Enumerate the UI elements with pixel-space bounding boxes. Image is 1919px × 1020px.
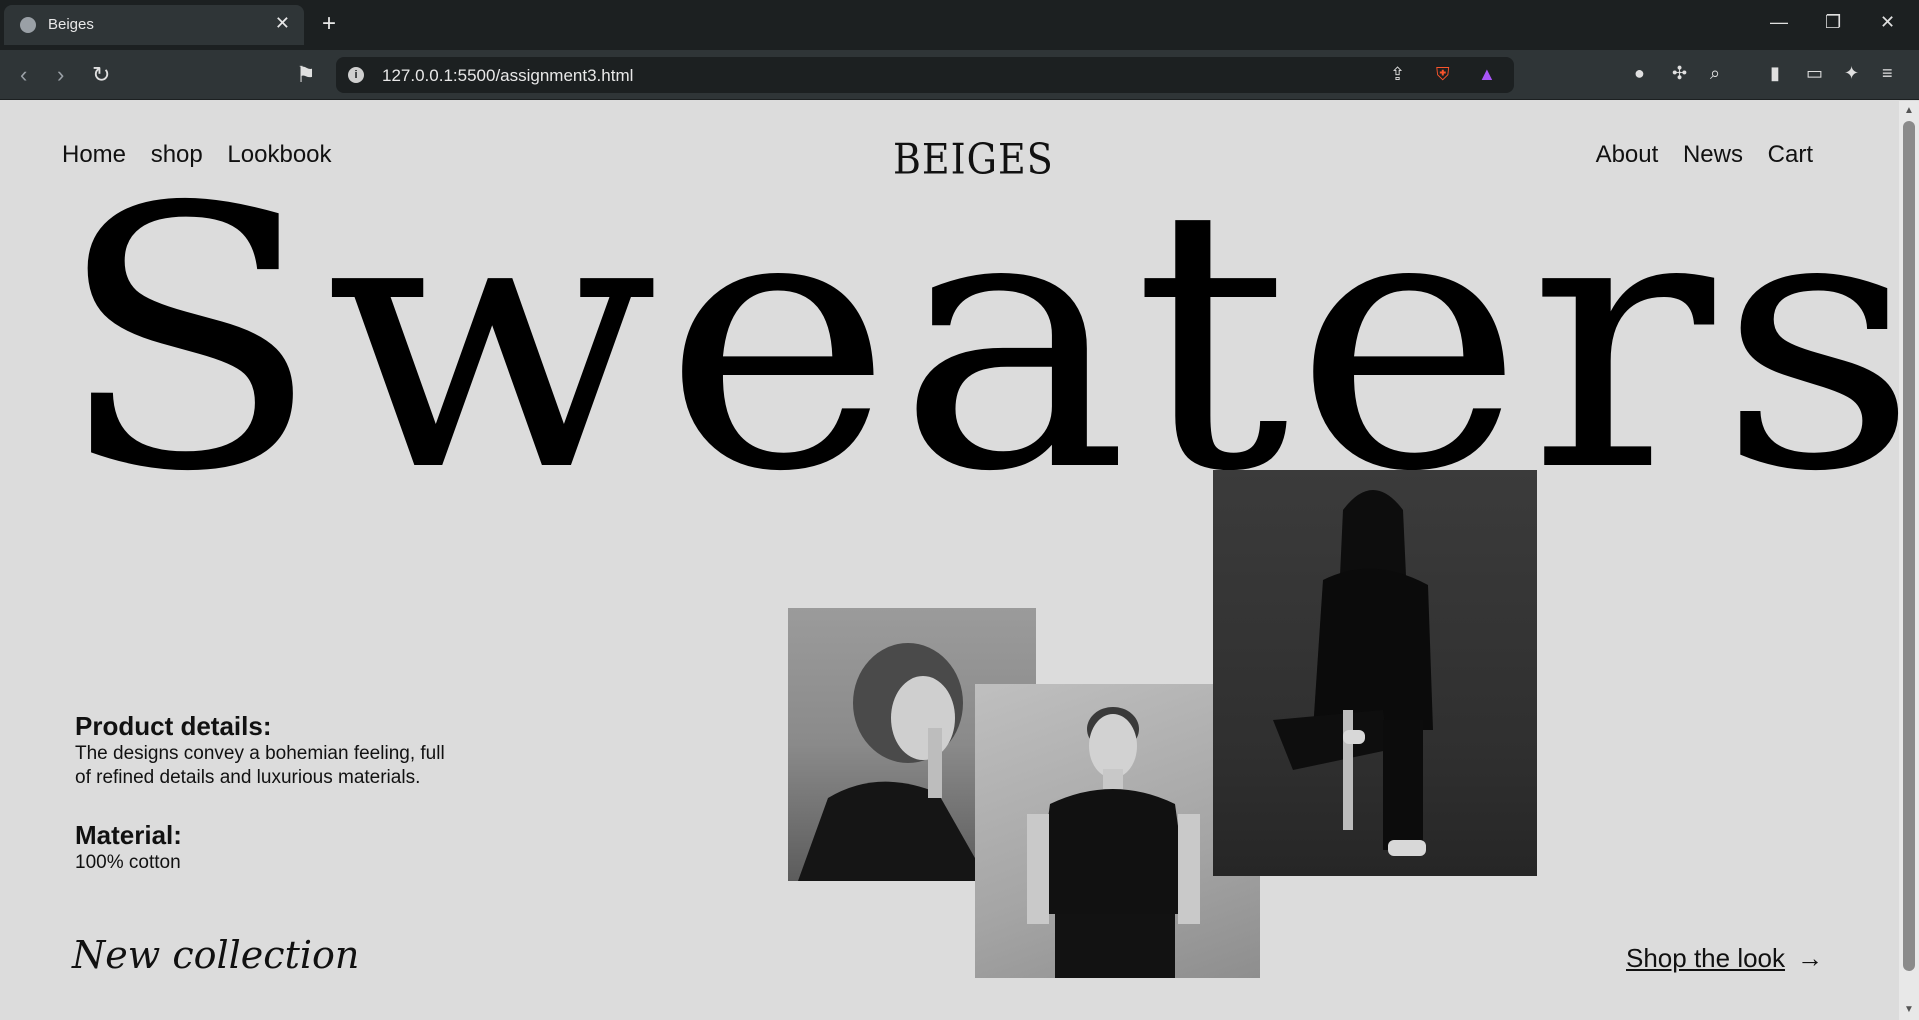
page-scrollbar[interactable]: ▲ ▼ bbox=[1899, 101, 1919, 1020]
product-details: Product details: The designs convey a bo… bbox=[75, 711, 455, 875]
address-bar[interactable]: i 127.0.0.1:5500/assignment3.html ⇪ ⛨ ▲ bbox=[336, 57, 1514, 93]
scroll-up-icon[interactable]: ▲ bbox=[1904, 105, 1914, 116]
tab-title: Beiges bbox=[48, 16, 94, 33]
leo-ai-icon[interactable]: ✦ bbox=[1844, 63, 1859, 84]
new-collection-label: New collection bbox=[72, 933, 360, 977]
url-text[interactable]: 127.0.0.1:5500/assignment3.html bbox=[382, 66, 633, 86]
minimize-icon[interactable]: — bbox=[1770, 12, 1788, 33]
scroll-down-icon[interactable]: ▼ bbox=[1904, 1004, 1914, 1015]
menu-icon[interactable]: ≡ bbox=[1882, 63, 1893, 84]
arrow-right-icon: → bbox=[1797, 943, 1824, 973]
material-text: 100% cotton bbox=[75, 852, 181, 873]
site-info-icon[interactable]: i bbox=[348, 67, 364, 83]
globe-icon bbox=[20, 17, 36, 33]
scrollbar-thumb[interactable] bbox=[1903, 121, 1915, 971]
extension-avatar-icon[interactable]: ● bbox=[1634, 63, 1645, 84]
brave-shield-icon[interactable]: ⛨ bbox=[1436, 64, 1450, 85]
search-tab-icon[interactable]: ⌕ bbox=[1710, 63, 1720, 84]
restore-icon[interactable]: ❐ bbox=[1825, 12, 1841, 33]
hero-title: Sweaters bbox=[55, 131, 1899, 550]
reload-icon[interactable]: ↻ bbox=[92, 62, 110, 88]
shop-the-look-link[interactable]: Shop the look → bbox=[1626, 943, 1823, 974]
close-window-icon[interactable]: ✕ bbox=[1880, 12, 1895, 33]
wallet-icon[interactable]: ▭ bbox=[1806, 63, 1823, 84]
web-page: Home shop Lookbook BEIGES About News Car… bbox=[0, 101, 1899, 1020]
browser-tab[interactable]: Beiges ✕ bbox=[4, 5, 304, 45]
back-icon[interactable]: ‹ bbox=[20, 62, 27, 88]
product-details-heading: Product details: bbox=[75, 711, 272, 741]
browser-toolbar: ‹ › ↻ ⚑ i 127.0.0.1:5500/assignment3.htm… bbox=[0, 50, 1919, 100]
browser-tab-bar: Beiges ✕ + — ❐ ✕ bbox=[0, 0, 1919, 50]
product-details-text: The designs convey a bohemian feeling, f… bbox=[75, 743, 445, 788]
new-tab-button[interactable]: + bbox=[322, 10, 336, 38]
shop-the-look-label[interactable]: Shop the look bbox=[1626, 943, 1785, 973]
forward-icon[interactable]: › bbox=[57, 62, 64, 88]
model-photo-woman-seated bbox=[1213, 470, 1537, 876]
material-heading: Material: bbox=[75, 820, 182, 850]
brave-rewards-icon[interactable]: ▲ bbox=[1478, 64, 1496, 85]
share-icon[interactable]: ⇪ bbox=[1390, 64, 1405, 85]
bookmark-icon[interactable]: ⚑ bbox=[296, 62, 316, 88]
sidebar-icon[interactable]: ▮ bbox=[1770, 63, 1780, 84]
close-tab-icon[interactable]: ✕ bbox=[275, 13, 290, 34]
extensions-puzzle-icon[interactable]: ✣ bbox=[1672, 63, 1687, 84]
